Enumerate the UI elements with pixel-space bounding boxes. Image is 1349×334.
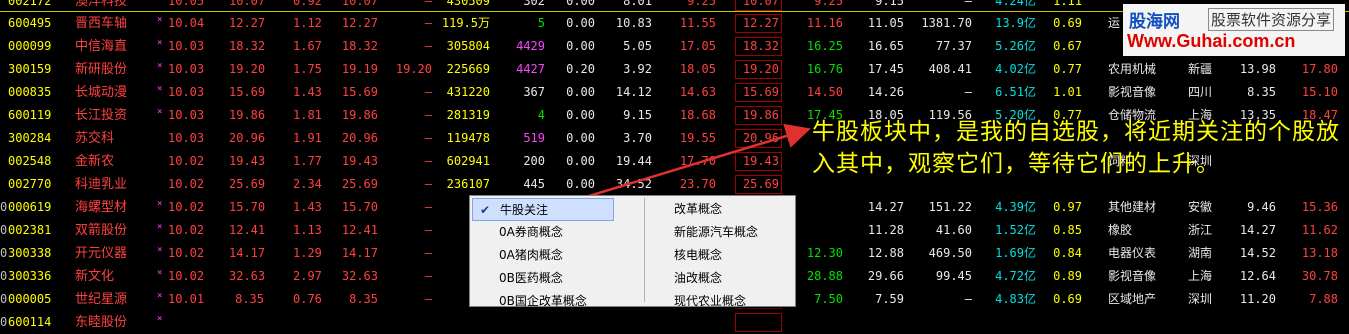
cell-c20 — [1298, 311, 1338, 334]
menu-item[interactable]: ✔ 牛股关注 — [472, 198, 614, 221]
cell-c8 — [565, 311, 595, 334]
menu-item-label: 核电概念 — [674, 248, 723, 262]
cell-c10 — [670, 311, 716, 334]
cell-c5 — [390, 311, 432, 334]
row-edge-digit: 0 — [0, 315, 8, 329]
cell-c14 — [920, 311, 972, 334]
menu-item[interactable]: 0B医药概念 — [472, 267, 614, 290]
menu-item-label: 牛股关注 — [500, 203, 549, 217]
cell-c7 — [512, 311, 545, 334]
menu-item[interactable]: 0A券商概念 — [472, 221, 614, 244]
cell-c15 — [990, 311, 1036, 334]
menu-item-label: 油改概念 — [674, 271, 723, 285]
cell-c17 — [1108, 311, 1168, 334]
limit-price-box — [735, 313, 782, 332]
cell-c4 — [340, 311, 378, 334]
menu-item-label: 0A券商概念 — [499, 225, 563, 239]
menu-item-label: 新能源汽车概念 — [674, 225, 759, 239]
menu-item[interactable]: 0A猪肉概念 — [472, 244, 614, 267]
menu-item[interactable]: 油改概念 — [647, 267, 789, 290]
cell-c9 — [610, 311, 652, 334]
margin-flag-icon: × — [157, 314, 163, 324]
menu-separator — [644, 198, 645, 302]
table-row[interactable]: 0 600114 东睦股份 × — [0, 311, 1349, 334]
cell-c2 — [229, 311, 264, 334]
cell-c19 — [1238, 311, 1276, 334]
menu-left-column: ✔ 牛股关注 0A券商概念 0A猪肉概念 0B医药概念 0B国企改革概念 — [472, 198, 614, 313]
menu-item[interactable]: 核电概念 — [647, 244, 789, 267]
menu-item-label: 改革概念 — [674, 202, 723, 216]
cell-c13 — [862, 311, 904, 334]
annotation-text: 牛股板块中，是我的自选股，将近期关注的个股放入其中，观察它们，等待它们的上升。 — [812, 119, 1340, 177]
cell-c18 — [1188, 311, 1228, 334]
context-menu: ✔ 牛股关注 0A券商概念 0A猪肉概念 0B医药概念 0B国企改革概念 改革概念新能源汽… — [469, 195, 796, 308]
menu-item-label: 0B医药概念 — [499, 271, 563, 285]
menu-item[interactable]: 现代农业概念 — [647, 290, 789, 313]
stock-name: 东睦股份 — [75, 315, 128, 330]
menu-right-column: 改革概念新能源汽车概念 核电概念油改概念现代农业概念 — [647, 198, 789, 313]
menu-item-label: 0A猪肉概念 — [499, 248, 563, 262]
checkmark-icon: ✔ — [480, 203, 491, 217]
cell-c16 — [1052, 311, 1082, 334]
cell-c12 — [805, 311, 843, 334]
menu-item[interactable]: 改革概念 — [647, 198, 789, 221]
stock-code: 600114 — [8, 315, 52, 329]
menu-item-label: 0B国企改革概念 — [499, 294, 587, 308]
cell-c6 — [440, 311, 490, 334]
menu-item-label: 现代农业概念 — [674, 294, 747, 308]
cell-c1 — [168, 311, 202, 334]
menu-item[interactable]: 0B国企改革概念 — [472, 290, 614, 313]
cell-c3 — [293, 311, 321, 334]
menu-item[interactable]: 新能源汽车概念 — [647, 221, 789, 244]
